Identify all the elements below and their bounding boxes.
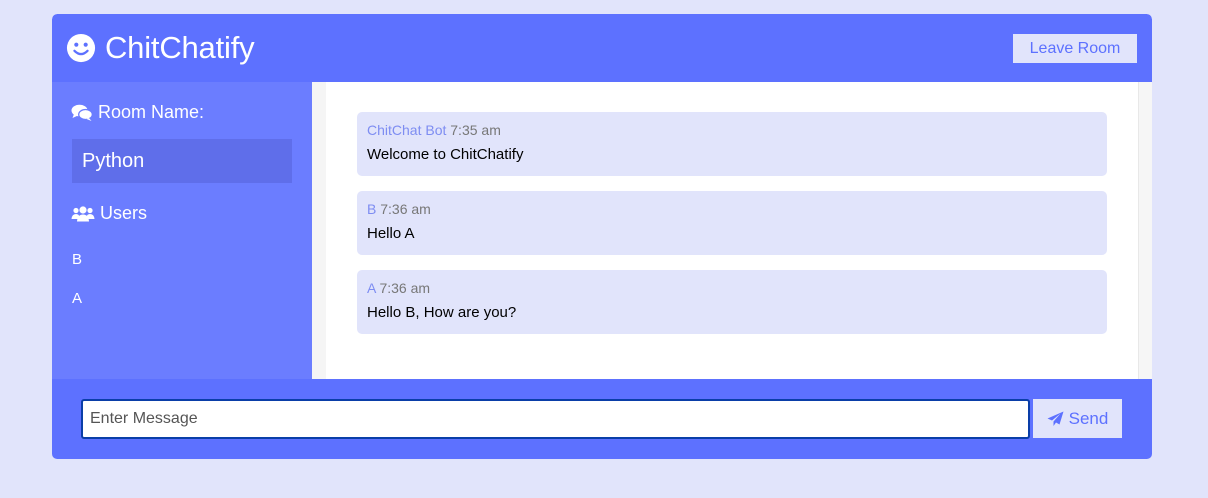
user-item: A xyxy=(72,290,83,307)
send-button[interactable]: Send xyxy=(1033,399,1122,438)
message-author: B xyxy=(367,201,377,217)
message-time: 7:36 am xyxy=(380,201,431,217)
user-item: B xyxy=(72,251,83,268)
users-icon xyxy=(71,205,95,221)
app-title: ChitChatify xyxy=(105,30,255,65)
message-text: Welcome to ChitChatify xyxy=(367,146,524,163)
comments-icon xyxy=(71,104,93,121)
message-author: A xyxy=(367,280,376,296)
message-meta: A 7:36 am xyxy=(367,280,1097,296)
message-text: Hello A xyxy=(367,225,415,242)
message-time: 7:36 am xyxy=(379,280,431,296)
chat-messages[interactable]: ChitChat Bot 7:35 am Welcome to ChitChat… xyxy=(312,82,1138,379)
logo: ChitChatify xyxy=(66,30,255,66)
message: A 7:36 am Hello B, How are you? xyxy=(357,270,1107,334)
scrollbar[interactable] xyxy=(1138,82,1152,379)
message: B 7:36 am Hello A xyxy=(357,191,1107,255)
message: ChitChat Bot 7:35 am Welcome to ChitChat… xyxy=(357,112,1107,176)
chat-header: ChitChatify Leave Room xyxy=(52,14,1152,82)
paper-plane-icon xyxy=(1047,411,1064,426)
users-heading: Users xyxy=(71,203,147,224)
send-label: Send xyxy=(1068,408,1109,428)
chat-container: ChitChatify Leave Room Room Name: Python xyxy=(52,14,1152,459)
message-meta: ChitChat Bot 7:35 am xyxy=(367,122,1097,138)
message-time: 7:35 am xyxy=(450,122,501,138)
message-input[interactable] xyxy=(81,399,1030,439)
leave-room-button[interactable]: Leave Room xyxy=(1013,34,1137,63)
smile-icon xyxy=(66,33,96,63)
chat-form: Send xyxy=(52,379,1152,459)
room-heading-label: Room Name: xyxy=(98,102,205,122)
sidebar: Room Name: Python Users B A xyxy=(52,82,312,379)
room-name: Python xyxy=(72,139,292,183)
users-heading-label: Users xyxy=(100,203,148,223)
message-author: ChitChat Bot xyxy=(367,122,447,138)
room-heading: Room Name: xyxy=(71,102,204,123)
message-meta: B 7:36 am xyxy=(367,201,1097,217)
message-text: Hello B, How are you? xyxy=(367,304,517,321)
